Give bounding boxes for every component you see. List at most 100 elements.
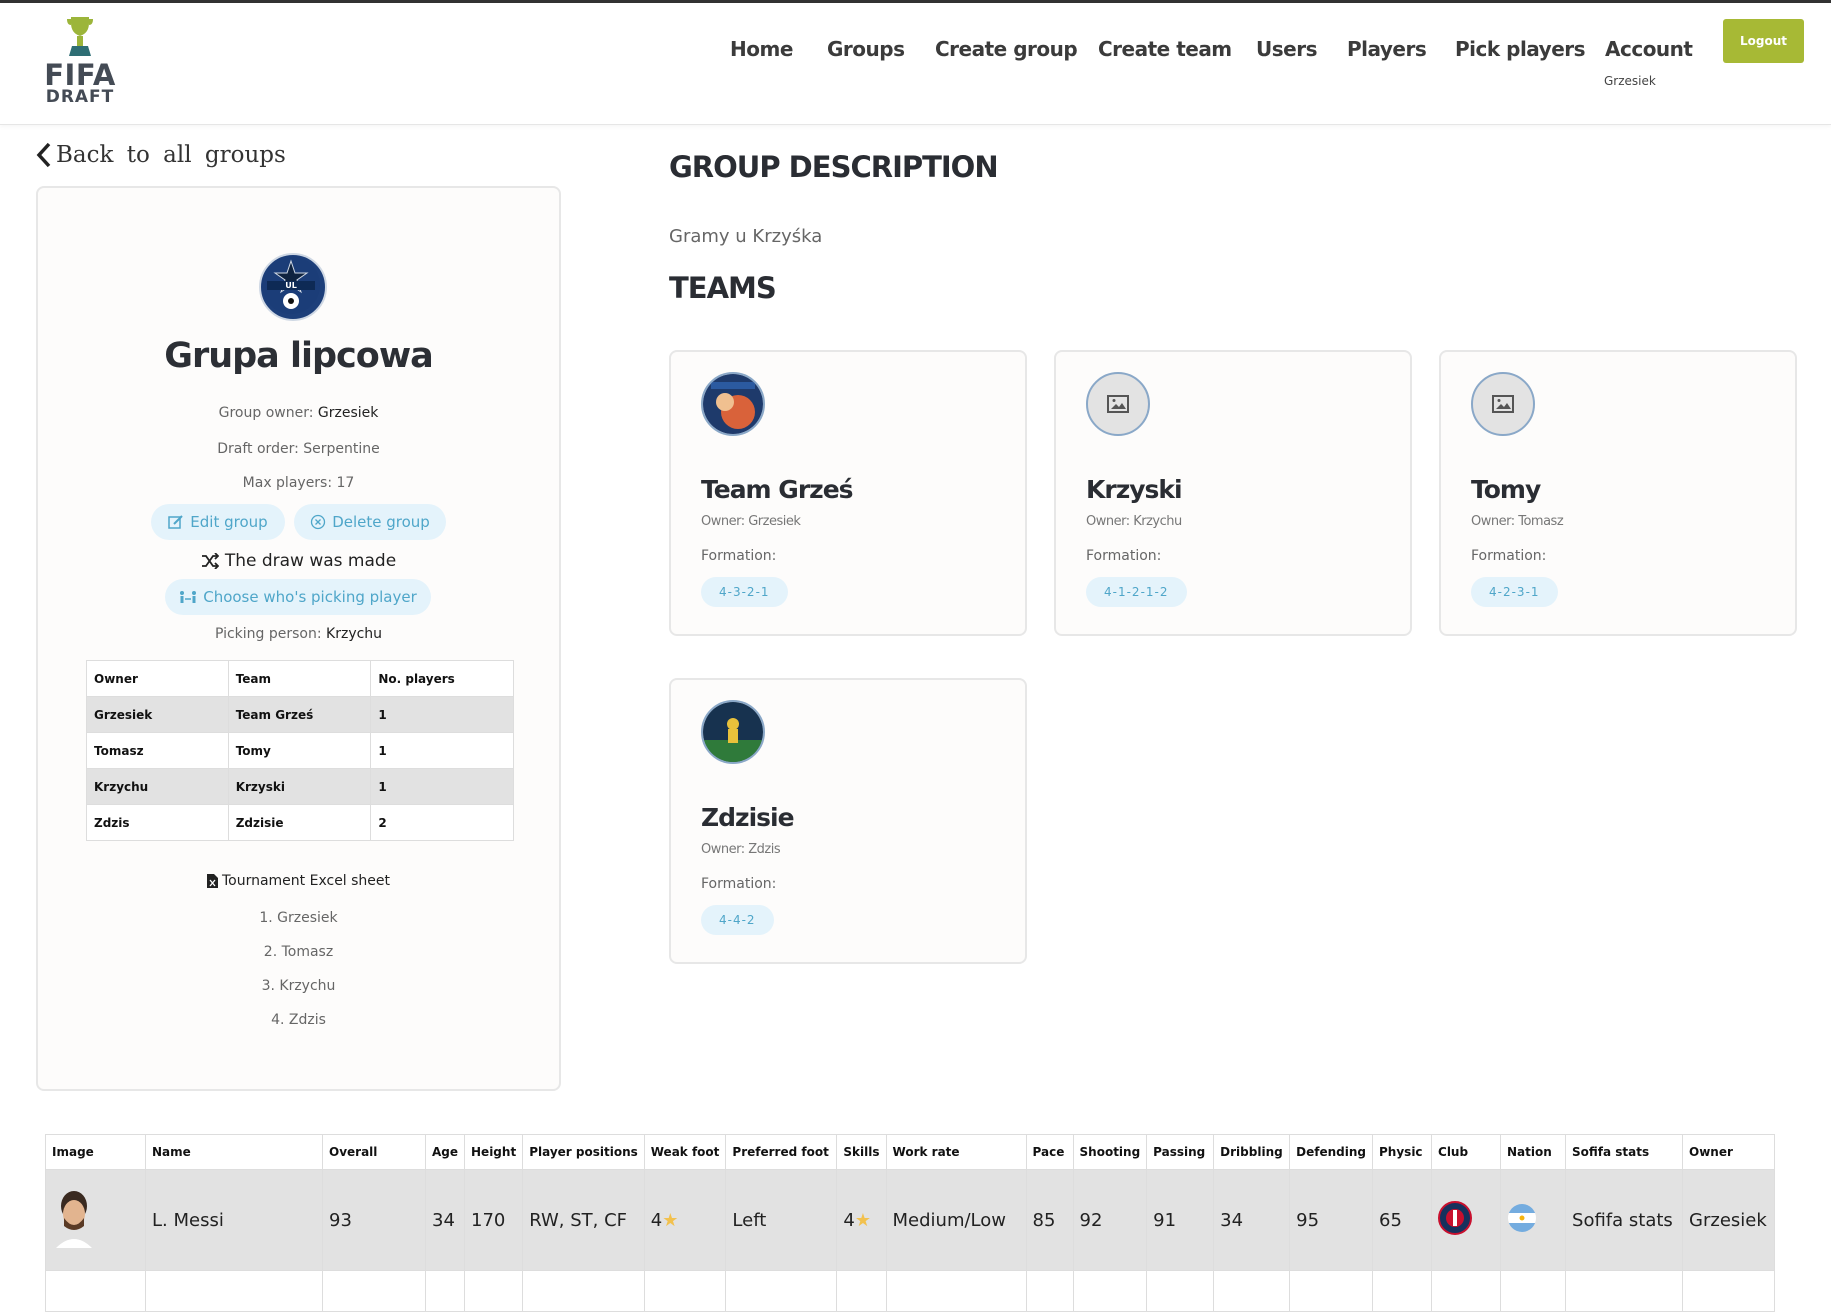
nav-create-group[interactable]: Create group xyxy=(935,37,1078,61)
edit-group-button[interactable]: Edit group xyxy=(151,504,285,540)
back-link-label: Back to all groups xyxy=(56,142,286,168)
skills-value: 4 xyxy=(843,1209,855,1231)
col-owner: Owner xyxy=(1682,1134,1776,1170)
nav-users[interactable]: Users xyxy=(1256,37,1317,61)
teams-title: TEAMS xyxy=(669,271,777,305)
team-card[interactable]: Team Grześ Owner: Grzesiek Formation: 4-… xyxy=(669,350,1027,636)
col-name: Name xyxy=(145,1134,323,1170)
people-arrows-icon xyxy=(180,591,197,603)
player-row[interactable]: L. Messi 93 34 170 RW, ST, CF 4★ Left 4★… xyxy=(45,1169,1776,1271)
nav-pick-players[interactable]: Pick players xyxy=(1455,37,1586,61)
player-physic: 65 xyxy=(1372,1169,1433,1271)
table-cell xyxy=(1372,1270,1433,1312)
tournament-excel-link[interactable]: Tournament Excel sheet xyxy=(38,873,559,889)
table-cell: Tomasz xyxy=(86,732,229,769)
svg-text:UL: UL xyxy=(285,281,297,290)
formation-label: Formation: xyxy=(1086,548,1162,564)
col-owner: Owner xyxy=(86,660,229,697)
col-weak-foot: Weak foot xyxy=(643,1134,727,1170)
max-players: Max players: 17 xyxy=(242,475,355,491)
back-to-groups-link[interactable]: Back to all groups xyxy=(36,142,286,168)
col-sofifa: Sofifa stats xyxy=(1565,1134,1684,1170)
table-cell: Team Grześ xyxy=(227,696,372,733)
formation-badge: 4-4-2 xyxy=(701,905,774,935)
logout-button[interactable]: Logout xyxy=(1723,19,1804,63)
player-defending: 95 xyxy=(1289,1169,1374,1271)
shuffle-icon xyxy=(201,553,219,569)
player-overall: 93 xyxy=(322,1169,426,1271)
player-photo xyxy=(56,1190,92,1248)
player-name[interactable]: L. Messi xyxy=(145,1169,323,1271)
team-name: Team Grześ xyxy=(701,475,854,504)
account-username: Grzesiek xyxy=(1604,74,1656,88)
table-cell: Tomy xyxy=(227,732,372,769)
team-card[interactable]: Krzyski Owner: Krzychu Formation: 4-1-2-… xyxy=(1054,350,1412,636)
col-dribbling: Dribbling xyxy=(1213,1134,1291,1170)
player-row[interactable] xyxy=(45,1270,1776,1312)
nav-account[interactable]: Account xyxy=(1605,37,1693,61)
table-row: Grzesiek Team Grześ 1 xyxy=(86,696,514,733)
team-avatar-placeholder xyxy=(1086,372,1150,436)
fifa-draft-logo[interactable]: FIFA DRAFT xyxy=(40,15,120,115)
owners-table: Owner Team No. players Grzesiek Team Grz… xyxy=(86,660,514,841)
col-work-rate: Work rate xyxy=(885,1134,1027,1170)
excel-file-icon xyxy=(206,874,218,888)
top-navbar: FIFA DRAFT Home Groups Create group Crea… xyxy=(0,3,1831,125)
group-description-text: Gramy u Krzyśka xyxy=(669,226,823,247)
sofifa-stats-link[interactable]: Sofifa stats xyxy=(1565,1169,1684,1271)
team-card[interactable]: Zdzisie Owner: Zdzis Formation: 4-4-2 xyxy=(669,678,1027,964)
logo-text-draft: DRAFT xyxy=(45,87,115,107)
team-avatar-placeholder xyxy=(1471,372,1535,436)
table-cell xyxy=(522,1270,645,1312)
table-cell xyxy=(1500,1270,1567,1312)
table-row: Tomasz Tomy 1 xyxy=(86,732,514,769)
draft-order-item: 1. Grzesiek xyxy=(259,910,338,926)
group-logo-image: UL xyxy=(259,253,327,321)
player-work-rate: Medium/Low xyxy=(885,1169,1027,1271)
club-crest-icon xyxy=(1438,1200,1473,1235)
team-avatar xyxy=(701,372,765,436)
player-image-cell xyxy=(45,1169,146,1271)
table-cell xyxy=(836,1270,887,1312)
group-description-title: GROUP DESCRIPTION xyxy=(669,150,999,184)
formation-label: Formation: xyxy=(701,548,777,564)
edit-icon xyxy=(168,515,184,529)
image-placeholder-icon xyxy=(1492,395,1514,413)
player-age: 34 xyxy=(424,1169,466,1271)
draft-order-item: 4. Zdzis xyxy=(271,1012,326,1028)
choose-picker-button[interactable]: Choose who's picking player xyxy=(165,579,431,615)
table-cell: Zdzisie xyxy=(227,804,372,841)
table-cell xyxy=(1565,1270,1684,1312)
col-club: Club xyxy=(1431,1134,1502,1170)
player-height: 170 xyxy=(464,1169,524,1271)
formation-label: Formation: xyxy=(701,876,777,892)
table-cell xyxy=(464,1270,524,1312)
table-row: Krzychu Krzyski 1 xyxy=(86,768,514,805)
table-cell xyxy=(1431,1270,1502,1312)
delete-group-button[interactable]: Delete group xyxy=(294,504,446,540)
table-cell: Grzesiek xyxy=(86,696,229,733)
nav-players[interactable]: Players xyxy=(1347,37,1427,61)
table-cell: 1 xyxy=(370,732,514,769)
group-owner-value: Grzesiek xyxy=(317,405,379,421)
col-age: Age xyxy=(424,1134,466,1170)
nav-groups[interactable]: Groups xyxy=(827,37,905,61)
draw-status: The draw was made xyxy=(38,551,559,571)
formation-badge: 4-1-2-1-2 xyxy=(1086,577,1187,607)
owners-table-header: Owner Team No. players xyxy=(86,660,514,697)
player-image-cell xyxy=(45,1270,146,1312)
col-physic: Physic xyxy=(1372,1134,1433,1170)
nav-home[interactable]: Home xyxy=(730,37,793,61)
player-positions: RW, ST, CF xyxy=(522,1169,645,1271)
team-name: Tomy xyxy=(1471,475,1541,504)
team-card[interactable]: Tomy Owner: Tomasz Formation: 4-2-3-1 xyxy=(1439,350,1797,636)
table-cell: Krzyski xyxy=(227,768,372,805)
team-owner: Owner: Zdzis xyxy=(701,842,781,857)
picking-person-label: Picking person: xyxy=(214,626,322,642)
formation-badge: 4-2-3-1 xyxy=(1471,577,1558,607)
nav-create-team[interactable]: Create team xyxy=(1098,37,1232,61)
col-preferred-foot: Preferred foot xyxy=(725,1134,838,1170)
group-info-card: UL Grupa lipcowa Group owner: Grzesiek D… xyxy=(36,186,561,1091)
picking-person-value: Krzychu xyxy=(326,626,383,642)
star-icon: ★ xyxy=(854,1209,871,1231)
